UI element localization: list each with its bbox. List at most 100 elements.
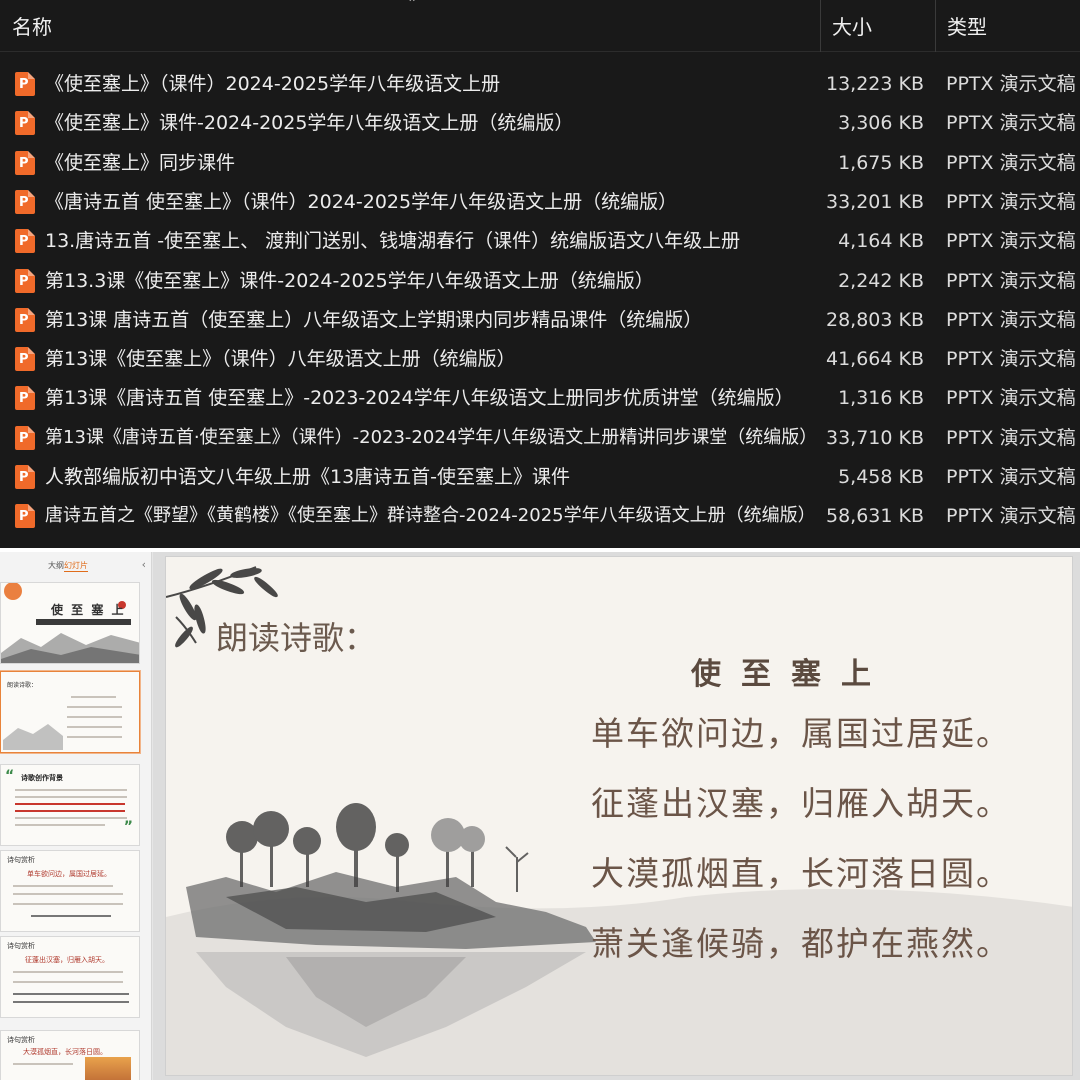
thumbnail-poem-line: 征蓬出汉塞，归雁入胡天。 bbox=[25, 956, 109, 964]
thumbnail-text-line bbox=[15, 789, 127, 791]
file-size: 1,675 KB bbox=[838, 151, 924, 174]
thumbnail-text-line bbox=[13, 885, 113, 887]
pptx-file-icon: P bbox=[15, 72, 35, 96]
thumbnail-landscape-art bbox=[1, 583, 139, 663]
file-row[interactable]: P 《使至塞上》（课件）2024-2025学年八年级语文上册 13,223 KB PP… bbox=[0, 64, 1080, 103]
file-name: 《使至塞上》同步课件 bbox=[45, 151, 236, 174]
file-row[interactable]: P 第13课《使至塞上》（课件）八年级语文上册（统编版） 41,664 KB PPTX… bbox=[0, 339, 1080, 378]
thumbnail-text-line bbox=[71, 696, 116, 698]
pptx-file-icon: P bbox=[15, 504, 35, 529]
file-type: PPTX 演示文稿 bbox=[946, 190, 1076, 213]
thumbnail-text-line bbox=[15, 824, 105, 826]
file-size: 1,316 KB bbox=[838, 387, 924, 410]
file-name: 《唐诗五首 使至塞上》（课件）2024-2025学年八年级语文上册（统编版） bbox=[45, 190, 678, 213]
file-name: 唐诗五首之《野望》《黄鹤楼》《使至塞上》群诗整合-2024-2025学年八年级语… bbox=[45, 505, 816, 527]
column-type-header[interactable]: 类型 bbox=[935, 0, 1080, 52]
thumbnail-text-line bbox=[13, 993, 129, 995]
file-name: 《使至塞上》（课件）2024-2025学年八年级语文上册 bbox=[45, 73, 501, 95]
file-type: PPTX 演示文稿 bbox=[946, 387, 1076, 410]
file-type: PPTX 演示文稿 bbox=[946, 73, 1076, 95]
pptx-file-icon: P bbox=[15, 386, 35, 411]
pptx-file-icon: P bbox=[15, 150, 35, 175]
thumbnail-text-line bbox=[13, 893, 123, 895]
file-name: 人教部编版初中语文八年级上册《13唐诗五首-使至塞上》课件 bbox=[45, 466, 571, 488]
thumbnail-text-line bbox=[15, 817, 127, 819]
thumbnail-title: 诗句赏析 bbox=[7, 1036, 35, 1044]
thumbnail-text-line bbox=[15, 803, 125, 805]
file-size: 41,664 KB bbox=[825, 348, 924, 371]
pptx-file-icon: P bbox=[15, 307, 35, 332]
thumbnail-text-line bbox=[31, 915, 111, 917]
file-type: PPTX 演示文稿 bbox=[946, 112, 1076, 135]
file-name: 第13课《唐诗五首 使至塞上》-2023-2024学年八年级语文上册同步优质讲堂… bbox=[45, 387, 794, 410]
thumbnail-text-line bbox=[67, 706, 122, 708]
slide-canvas: 朗读诗歌： 使至塞上 单车欲问边，属国过居延。 征蓬出汉塞，归雁入胡天。 大漠孤… bbox=[153, 552, 1080, 1080]
file-size: 2,242 KB bbox=[838, 269, 924, 292]
slide-thumbnail-5[interactable]: 诗句赏析 征蓬出汉塞，归雁入胡天。 bbox=[0, 936, 140, 1018]
file-type: PPTX 演示文稿 bbox=[946, 466, 1076, 488]
pptx-file-icon: P bbox=[15, 465, 35, 489]
file-row[interactable]: P 《使至塞上》同步课件 1,675 KB PPTX 演示文稿 bbox=[0, 143, 1080, 182]
pptx-file-icon: P bbox=[15, 229, 35, 254]
file-size: 28,803 KB bbox=[825, 308, 924, 331]
thumbnail-landscape-art bbox=[3, 724, 63, 750]
file-name: 13.唐诗五首 -使至塞上、 渡荆门送别、钱塘湖春行（课件）统编版语文八年级上册 bbox=[45, 230, 741, 253]
file-row[interactable]: P 《使至塞上》课件-2024-2025学年八年级语文上册（统编版） 3,306 K… bbox=[0, 103, 1080, 142]
pptx-file-icon: P bbox=[15, 189, 35, 214]
thumbnail-text-line bbox=[13, 981, 123, 983]
thumbnail-poem-line: 大漠孤烟直，长河落日圆。 bbox=[23, 1048, 107, 1056]
file-type: PPTX 演示文稿 bbox=[946, 426, 1076, 449]
file-type: PPTX 演示文稿 bbox=[946, 505, 1076, 528]
file-size: 58,631 KB bbox=[825, 505, 924, 528]
file-row[interactable]: P 第13课 唐诗五首（使至塞上）八年级语文上学期课内同步精品课件（统编版） 28,… bbox=[0, 300, 1080, 339]
pptx-file-icon: P bbox=[15, 425, 35, 450]
tab-slides[interactable]: 幻灯片 bbox=[64, 560, 88, 572]
file-explorer: ⌃ 名称 大小 类型 P 《使至塞上》（课件）2024-2025学年八年级语文上册… bbox=[0, 0, 1080, 548]
thumbnail-text-line bbox=[15, 810, 125, 812]
file-type: PPTX 演示文稿 bbox=[946, 230, 1076, 253]
slide-thumbnail-4[interactable]: 诗句赏析 单车欲问边，属国过居延。 bbox=[0, 850, 140, 932]
thumbnail-text-line bbox=[13, 971, 123, 973]
thumbnail-title: 诗句赏析 bbox=[7, 856, 35, 864]
pptx-file-icon: P bbox=[15, 347, 35, 372]
pptx-file-icon: P bbox=[15, 268, 35, 293]
poem-line-3: 大漠孤烟直，长河落日圆。 bbox=[591, 854, 1011, 893]
thumbnail-text-line bbox=[13, 1063, 73, 1065]
quote-close-icon: ” bbox=[123, 819, 133, 835]
slide-thumbnail-1[interactable]: 使 至 塞 上 bbox=[0, 582, 140, 664]
file-row[interactable]: P 第13课《唐诗五首 使至塞上》-2023-2024学年八年级语文上册同步优质讲… bbox=[0, 378, 1080, 417]
poem-title: 使至塞上 bbox=[691, 657, 891, 692]
file-name: 第13课 唐诗五首（使至塞上）八年级语文上学期课内同步精品课件（统编版） bbox=[45, 308, 703, 331]
file-row[interactable]: P 人教部编版初中语文八年级上册《13唐诗五首-使至塞上》课件 5,458 KB PP… bbox=[0, 457, 1080, 496]
file-row[interactable]: P 13.唐诗五首 -使至塞上、 渡荆门送别、钱塘湖春行（课件）统编版语文八年级上… bbox=[0, 221, 1080, 260]
file-size: 4,164 KB bbox=[838, 230, 924, 253]
thumbnail-title: 诗歌创作背景 bbox=[21, 774, 63, 782]
thumbnail-poem-line: 单车欲问边，属国过居延。 bbox=[27, 870, 111, 878]
slide-thumbnail-6[interactable]: 诗句赏析 大漠孤烟直，长河落日圆。 bbox=[0, 1030, 140, 1080]
file-row[interactable]: P 第13课《唐诗五首·使至塞上》（课件）-2023-2024学年八年级语文上册精… bbox=[0, 418, 1080, 457]
file-name: 第13课《使至塞上》（课件）八年级语文上册（统编版） bbox=[45, 348, 516, 371]
file-type: PPTX 演示文稿 bbox=[946, 308, 1076, 331]
file-row[interactable]: P 唐诗五首之《野望》《黄鹤楼》《使至塞上》群诗整合-2024-2025学年八年级… bbox=[0, 496, 1080, 535]
thumbnail-title: 诗句赏析 bbox=[7, 942, 35, 950]
poem-line-4: 萧关逢候骑，都护在燕然。 bbox=[591, 924, 1011, 963]
file-size: 5,458 KB bbox=[838, 466, 924, 488]
file-size: 33,710 KB bbox=[825, 426, 924, 449]
thumbnail-text-line bbox=[67, 736, 122, 738]
file-size: 3,306 KB bbox=[838, 112, 924, 135]
thumbnail-text-line bbox=[13, 1001, 129, 1003]
column-name-header[interactable]: 名称 bbox=[0, 0, 820, 52]
file-row[interactable]: P 《唐诗五首 使至塞上》（课件）2024-2025学年八年级语文上册（统编版） 3… bbox=[0, 182, 1080, 221]
quote-open-icon: “ bbox=[5, 768, 15, 784]
chevron-left-icon[interactable]: ‹ bbox=[142, 558, 146, 571]
file-type: PPTX 演示文稿 bbox=[946, 269, 1076, 292]
slide-thumbnail-2[interactable]: 朗读诗歌： bbox=[0, 671, 140, 753]
tab-outline[interactable]: 大纲 bbox=[48, 560, 64, 571]
slide-thumbnail-panel: 大纲 幻灯片 ‹ 使 至 塞 上 朗读诗歌： “ 诗歌创作背景 ” 诗句赏析 单… bbox=[0, 552, 152, 1080]
slide-thumbnail-3[interactable]: “ 诗歌创作背景 ” bbox=[0, 764, 140, 846]
current-slide[interactable]: 朗读诗歌： 使至塞上 单车欲问边，属国过居延。 征蓬出汉塞，归雁入胡天。 大漠孤… bbox=[165, 556, 1073, 1076]
file-name: 第13.3课《使至塞上》课件-2024-2025学年八年级语文上册（统编版） bbox=[45, 269, 654, 292]
slide-heading: 朗读诗歌： bbox=[216, 619, 377, 657]
column-size-header[interactable]: 大小 bbox=[820, 0, 935, 52]
file-row[interactable]: P 第13.3课《使至塞上》课件-2024-2025学年八年级语文上册（统编版） 2… bbox=[0, 261, 1080, 300]
